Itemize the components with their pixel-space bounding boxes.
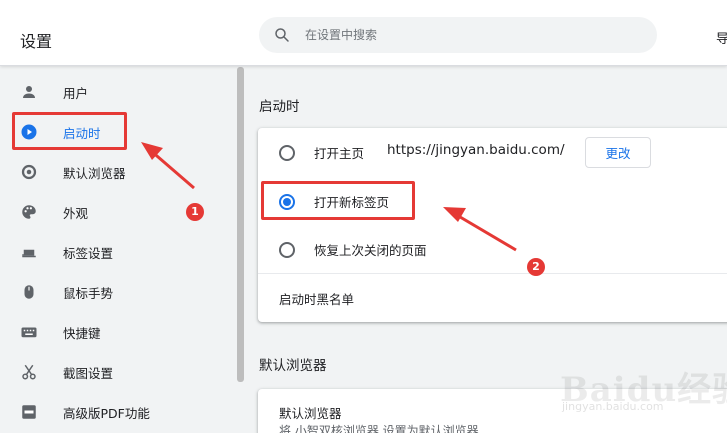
radio-homepage[interactable] [279,145,295,161]
mouse-icon [24,285,34,299]
default-browser-row-subtitle: 将 小智双核浏览器 设置为默认浏览器 [279,424,479,433]
sidebar-item-label: 鼠标手势 [63,286,114,301]
sidebar-item-user[interactable]: 用户 [0,72,236,112]
startup-option-homepage[interactable]: 打开主页 https://jingyan.baidu.com/ 更改 [258,128,727,176]
page-title: 设置 [20,32,53,51]
sidebar-scrollbar[interactable] [237,67,244,382]
sidebar-item-label: 标签设置 [63,246,114,261]
sidebar-item-label: 默认浏览器 [63,166,126,181]
tab-icon [22,249,36,258]
annotation-badge-2: 2 [527,258,545,276]
search-input[interactable] [305,17,645,53]
sidebar-item-screenshot[interactable]: 截图设置 [0,352,236,392]
startup-section-title: 启动时 [259,99,300,115]
sidebar-item-pdf[interactable]: 高级版PDF功能 [0,392,236,432]
search-box[interactable] [259,17,657,53]
pdf-icon [22,405,36,419]
watermark-sub: jingyan.baidu.com [562,400,664,413]
keyboard-icon [21,327,37,338]
watermark: Baidu经验 jingyan.baidu.com [560,360,727,416]
default-browser-row-title: 默认浏览器 [279,406,342,421]
header-cut-text: 导 [716,32,727,47]
option-label: 恢复上次关闭的页面 [314,243,427,258]
divider [258,273,727,274]
startup-card: 打开主页 https://jingyan.baidu.com/ 更改 打开新标签… [258,128,727,322]
change-homepage-button[interactable]: 更改 [585,137,651,168]
sidebar-item-label: 快捷键 [63,326,101,341]
sidebar-item-label: 高级版PDF功能 [63,406,150,421]
palette-icon [22,205,36,219]
sidebar-item-mouse-gestures[interactable]: 鼠标手势 [0,272,236,312]
sidebar-item-label: 截图设置 [63,366,114,381]
sidebar-item-default-browser[interactable]: 默认浏览器 [0,152,236,192]
radio-restore[interactable] [279,242,295,258]
option-label: 打开主页 [314,146,365,161]
annotation-box-2 [261,181,415,220]
startup-blacklist-link[interactable]: 启动时黑名单 [279,289,354,308]
sidebar-item-shortcuts[interactable]: 快捷键 [0,312,236,352]
annotation-badge-1: 1 [186,203,204,221]
browser-circle-icon [21,164,37,180]
homepage-url: https://jingyan.baidu.com/ [387,142,565,158]
startup-option-restore[interactable]: 恢复上次关闭的页面 [258,225,727,273]
scissors-icon [22,364,36,380]
sidebar-item-tabs[interactable]: 标签设置 [0,232,236,272]
default-browser-section-title: 默认浏览器 [259,358,327,374]
person-icon [23,86,35,98]
sidebar-item-label: 外观 [63,206,89,221]
search-icon [275,28,289,42]
settings-header: 设置 导 [0,0,727,66]
sidebar-item-label: 用户 [63,86,89,101]
annotation-box-1 [12,112,127,150]
